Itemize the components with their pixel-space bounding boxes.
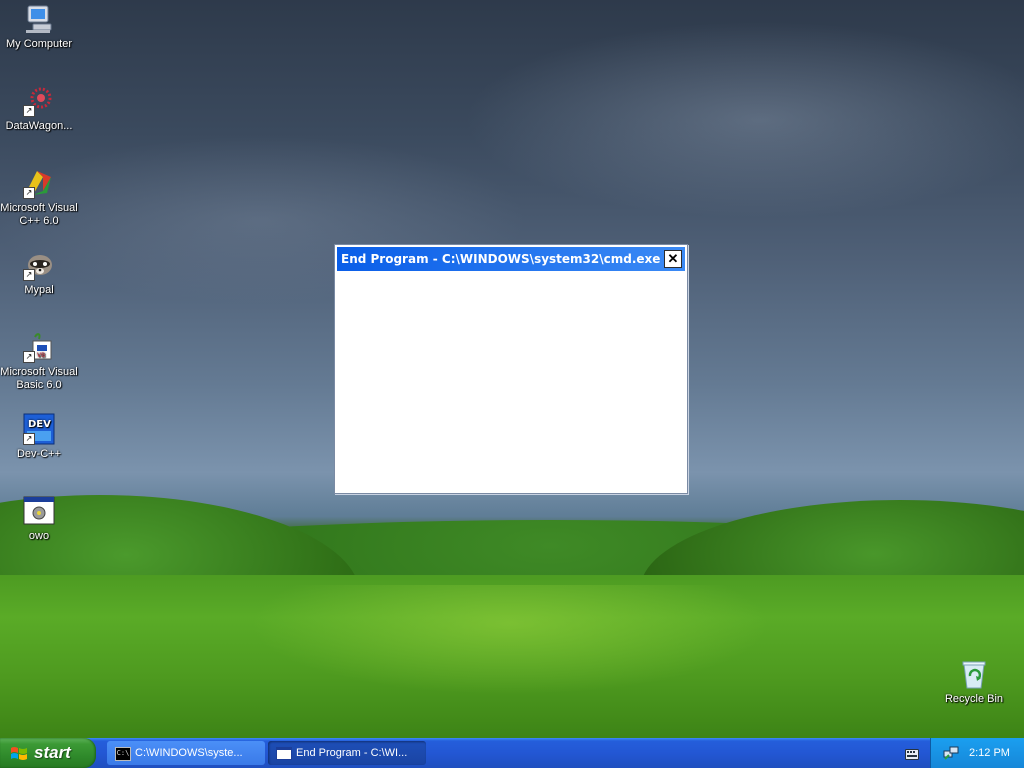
desktop-icon-label: DataWagon... [5,120,73,132]
desktop-icon-mypal[interactable]: ↗ Mypal [0,249,79,297]
recycle-bin-icon [958,658,990,690]
desktop-icon-recycle-bin[interactable]: Recycle Bin [934,658,1014,706]
my-computer-icon [23,3,55,35]
desktop-icon-label: Dev-C++ [16,448,62,460]
taskbar-button-label: C:\WINDOWS\syste... [135,747,243,759]
visual-basic-icon: VB ↗ [23,331,55,363]
dev-icon-text: DEV [28,419,51,430]
taskbar-button-cmd[interactable]: C:\ C:\WINDOWS\syste... [107,741,265,765]
windows-flag-icon [10,745,28,761]
shortcut-arrow-icon: ↗ [23,269,35,281]
desktop-icon-label: My Computer [5,38,73,50]
clock[interactable]: 2:12 PM [969,747,1010,759]
system-tray: 2:12 PM [930,738,1024,768]
desktop-icon-visual-cpp[interactable]: ↗ Microsoft Visual C++ 6.0 [0,167,79,228]
desktop-icon-visual-basic[interactable]: VB ↗ Microsoft Visual Basic 6.0 [0,331,79,392]
close-button[interactable]: ✕ [664,250,682,268]
desktop-icon-dev-cpp[interactable]: DEV ↗ Dev-C++ [0,413,79,461]
network-icon[interactable] [943,745,959,761]
desktop-icon-label: Mypal [24,284,54,296]
taskbar-button-label: End Program - C:\WI... [296,747,408,759]
desktop-icon-label: Microsoft Visual Basic 6.0 [0,366,78,391]
shortcut-arrow-icon: ↗ [23,105,35,117]
dialog-body [337,273,685,491]
desktop: My Computer ↗ DataWagon... ↗ Microsoft V… [0,0,1024,738]
end-program-dialog[interactable]: End Program - C:\WINDOWS\system32\cmd.ex… [334,244,688,494]
visual-cpp-icon: ↗ [23,167,55,199]
window-icon [276,747,292,760]
desktop-icon-label: Recycle Bin [944,693,1004,705]
shortcut-arrow-icon: ↗ [23,433,35,445]
application-window-icon [23,495,55,527]
taskbar-button-end-program[interactable]: End Program - C:\WI... [268,741,426,765]
shortcut-arrow-icon: ↗ [23,187,35,199]
dialog-titlebar[interactable]: End Program - C:\WINDOWS\system32\cmd.ex… [337,247,685,271]
desktop-icon-label: owo [28,530,50,542]
taskbar: start C:\ C:\WINDOWS\syste... End Progra… [0,738,1024,768]
start-button[interactable]: start [0,738,96,768]
svg-text:VB: VB [37,352,45,359]
start-label: start [34,743,71,762]
wallpaper-highlight [250,585,770,695]
keyboard-icon[interactable] [905,747,919,760]
desktop-icon-datawagon[interactable]: ↗ DataWagon... [0,85,79,133]
desktop-icon-my-computer[interactable]: My Computer [0,3,79,51]
datawagon-icon: ↗ [23,85,55,117]
dev-cpp-icon: DEV ↗ [23,413,55,445]
mypal-raccoon-icon: ↗ [23,249,55,281]
dialog-title: End Program - C:\WINDOWS\system32\cmd.ex… [341,252,661,266]
cmd-icon: C:\ [115,747,131,761]
desktop-icon-label: Microsoft Visual C++ 6.0 [0,202,78,227]
shortcut-arrow-icon: ↗ [23,351,35,363]
desktop-icon-owo[interactable]: owo [0,495,79,543]
